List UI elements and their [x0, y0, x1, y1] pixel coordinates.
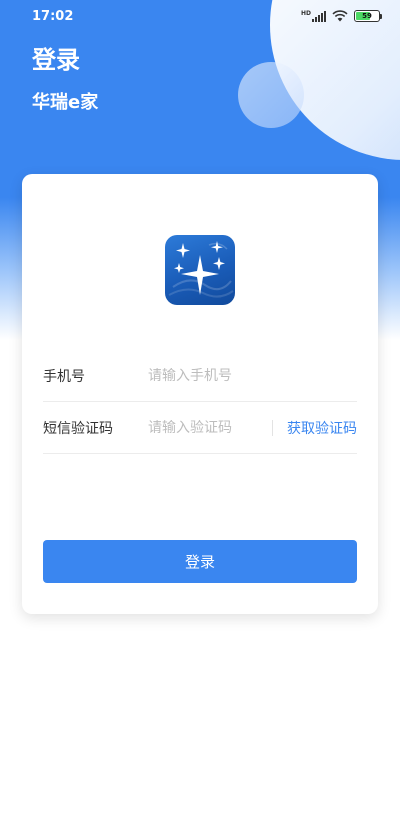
network-label: HD [300, 9, 311, 17]
code-input[interactable] [148, 419, 266, 436]
app-name: 华瑞e家 [32, 92, 99, 113]
code-label: 短信验证码 [43, 420, 113, 437]
battery-level: 59 [362, 12, 372, 20]
login-button[interactable]: 登录 [43, 540, 357, 583]
login-card: 手机号 短信验证码 获取验证码 登录 [22, 174, 378, 614]
status-bar: 17:02 HD 59 [0, 0, 400, 32]
phone-row: 手机号 [43, 350, 357, 402]
status-time: 17:02 [32, 8, 74, 24]
phone-input[interactable] [148, 367, 357, 384]
page-title: 登录 [32, 46, 80, 74]
signal-icon: HD [300, 9, 326, 22]
status-icons: HD 59 [301, 7, 382, 26]
code-row: 短信验证码 获取验证码 [43, 402, 357, 454]
code-divider [272, 419, 273, 436]
app-logo-icon [165, 235, 235, 305]
get-code-button[interactable]: 获取验证码 [287, 418, 357, 438]
phone-label: 手机号 [43, 368, 85, 385]
wifi-icon [332, 7, 348, 26]
decorative-circle-small [238, 62, 304, 128]
battery-icon: 59 [354, 10, 382, 22]
